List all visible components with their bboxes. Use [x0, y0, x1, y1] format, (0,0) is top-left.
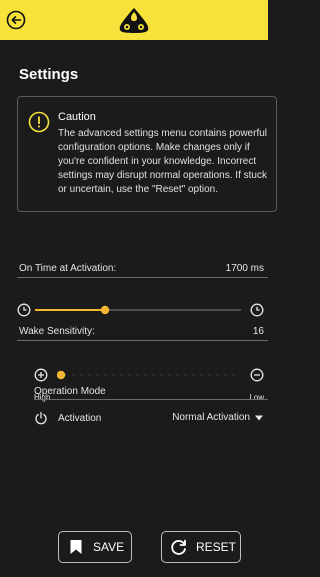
operation-mode-label: Operation Mode: [34, 386, 106, 397]
wake-sensitivity-label: Wake Sensitivity:: [19, 326, 95, 337]
clock-icon: [17, 303, 31, 317]
bookmark-icon: [70, 540, 82, 554]
divider: [34, 399, 268, 400]
refresh-icon: [171, 539, 186, 555]
low-label: Low: [249, 393, 264, 402]
warning-circle-icon: [28, 111, 50, 133]
operation-mode-selected: Normal Activation: [172, 412, 250, 423]
brand-logo-icon: [116, 6, 152, 34]
on-time-slider[interactable]: [35, 304, 241, 316]
minus-circle-icon[interactable]: [250, 368, 264, 382]
operation-mode-dropdown[interactable]: Normal Activation: [172, 412, 264, 423]
wake-sensitivity-slider[interactable]: [57, 369, 237, 381]
wake-sensitivity-slider-thumb[interactable]: [57, 370, 66, 380]
on-time-slider-thumb[interactable]: [100, 305, 110, 315]
on-time-value: 1700 ms: [225, 263, 264, 274]
caution-title: Caution: [58, 111, 96, 123]
reset-button-label: RESET: [196, 540, 237, 554]
back-arrow-circle-icon[interactable]: [5, 9, 27, 31]
save-button-label: SAVE: [93, 540, 125, 554]
reset-button[interactable]: RESET: [161, 531, 241, 563]
divider: [17, 340, 268, 341]
power-icon: [34, 411, 48, 425]
caution-box: Caution The advanced settings menu conta…: [17, 96, 277, 212]
divider: [17, 277, 268, 278]
top-bar: [0, 0, 268, 40]
activation-label: Activation: [58, 413, 102, 424]
caret-down-icon: [255, 415, 263, 420]
clock-icon: [250, 303, 264, 317]
page-title: Settings: [19, 66, 79, 83]
save-button[interactable]: SAVE: [58, 531, 132, 563]
on-time-label: On Time at Activation:: [19, 263, 117, 274]
caution-body: The advanced settings menu contains powe…: [58, 128, 268, 195]
wake-sensitivity-value: 16: [252, 326, 264, 337]
plus-circle-icon[interactable]: [34, 368, 48, 382]
